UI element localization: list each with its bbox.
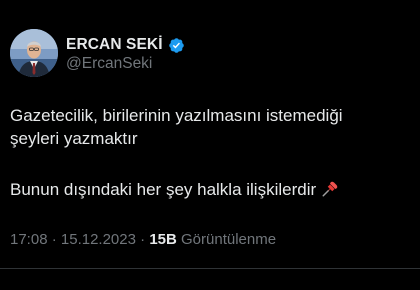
views-count: 15B [149, 231, 177, 248]
meta-separator: · [51, 231, 57, 248]
views-label: Görüntülenme [181, 231, 277, 248]
tweet-paragraph-2: Bunun dışındaki her şey halkla ilişkiler… [10, 178, 339, 201]
tweet-paragraph-1: Gazetecilik, birilerinin yazılmasını ist… [10, 104, 343, 150]
tweet-line: şeyleri yazmaktır [10, 129, 138, 148]
meta-separator: · [140, 231, 146, 248]
tweet-card: ERCAN SEKİ @ErcanSeki Gazetecilik, biril… [0, 0, 420, 290]
tweet-line: Bunun dışındaki her şey halkla ilişkiler… [10, 180, 317, 199]
verified-badge-icon [168, 37, 185, 54]
tweet-date[interactable]: 15.12.2023 [61, 231, 136, 248]
tweet-meta: 17:08 · 15.12.2023 · 15B Görüntülenme [10, 231, 276, 248]
author-name-row: ERCAN SEKİ [66, 34, 185, 56]
divider [0, 268, 420, 269]
tweet-time[interactable]: 17:08 [10, 231, 48, 248]
author-display-name[interactable]: ERCAN SEKİ [66, 36, 163, 54]
pushpin-icon [321, 180, 339, 198]
author-avatar[interactable] [10, 29, 58, 77]
author-handle[interactable]: @ErcanSeki [66, 55, 152, 73]
avatar-image [10, 29, 58, 77]
tweet-line: Gazetecilik, birilerinin yazılmasını ist… [10, 106, 343, 125]
